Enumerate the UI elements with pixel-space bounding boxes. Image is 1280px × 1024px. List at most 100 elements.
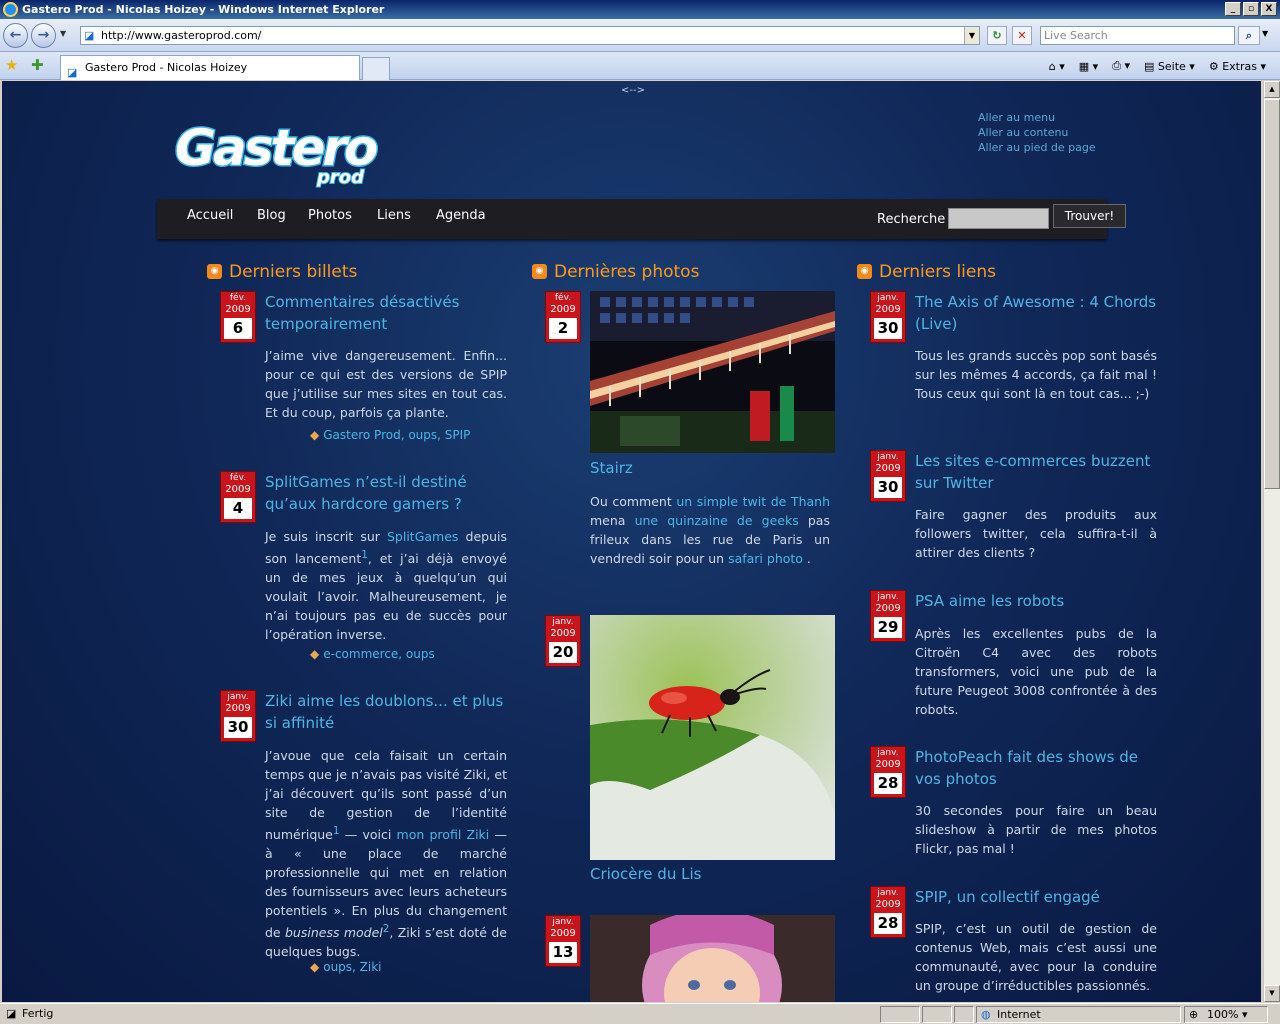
photo-entry: fév. 2009 2 Stairz Ou comment un simple … [545, 291, 835, 591]
lien-entry: janv. 2009 28 SPIP, un collectif engagé … [870, 886, 1160, 1002]
date-day: 30 [874, 318, 902, 339]
site-search-label: Recherche [877, 212, 946, 227]
tools-menu[interactable]: ⚙ Extras ▾ [1209, 60, 1266, 73]
splitgames-link[interactable]: SplitGames [387, 529, 458, 544]
zone-segment[interactable]: ◍ Internet [976, 1006, 1181, 1023]
zoom-icon: ⊕ [1189, 1008, 1199, 1021]
search-input[interactable]: Live Search [1040, 26, 1235, 45]
liens-heading[interactable]: ◉ Derniers liens [857, 260, 1162, 286]
excerpt-text: Je suis inscrit sur [265, 529, 387, 544]
date-day: 2 [549, 318, 577, 339]
date-year: 2009 [225, 484, 251, 495]
lien-title[interactable]: PhotoPeach fait des shows de vos photos [915, 746, 1163, 790]
date-day: 28 [874, 913, 902, 934]
stop-icon[interactable]: ✕ [1012, 26, 1032, 45]
skip-to-content-link[interactable]: Aller au contenu [978, 125, 1096, 140]
lien-title[interactable]: PSA aime les robots [915, 590, 1163, 612]
skip-to-menu-link[interactable]: Aller au menu [978, 110, 1096, 125]
scrollbar-thumb[interactable] [1264, 99, 1280, 489]
tab-gastero-prod[interactable]: ◪ Gastero Prod - Nicolas Hoizey [60, 55, 360, 80]
date-year: 2009 [875, 899, 901, 910]
nav-agenda[interactable]: Agenda [436, 208, 486, 223]
home-icon[interactable]: ⌂ ▾ [1049, 60, 1065, 73]
tools-menu-label: Extras [1222, 59, 1257, 73]
back-arrow-icon[interactable]: ← [3, 23, 28, 48]
photo-title[interactable]: Stairz [590, 458, 633, 478]
scroll-up-arrow-icon[interactable]: ▲ [1264, 81, 1280, 98]
billet-tags-text[interactable]: Gastero Prod, oups, SPIP [323, 428, 470, 442]
safari-photo-link[interactable]: safari photo [728, 551, 803, 566]
search-options-icon[interactable]: ▼ [1262, 29, 1268, 38]
rss-icon[interactable]: ◉ [532, 264, 547, 279]
add-favorite-icon[interactable]: ✚ [31, 57, 44, 73]
address-input[interactable]: ◪ http://www.gasteroprod.com/ ▼ [80, 26, 980, 45]
date-month: janv. [552, 917, 574, 927]
refresh-icon[interactable]: ↻ [987, 26, 1007, 45]
date-badge: janv. 2009 30 [220, 690, 256, 742]
date-badge: janv. 2009 28 [870, 746, 906, 798]
page-menu[interactable]: ▤ Seite ▾ [1144, 60, 1195, 73]
rss-icon[interactable]: ◉ [857, 264, 872, 279]
footnote-link[interactable]: 1 [361, 549, 368, 561]
nav-photos[interactable]: Photos [308, 208, 352, 223]
photo-criocere[interactable] [590, 615, 835, 860]
command-bar: ⌂ ▾ ▦ ▾ ⎙ ▾ ▤ Seite ▾ ⚙ Extras ▾ [1049, 57, 1266, 75]
billet-tags-text[interactable]: e-commerce, oups [323, 647, 435, 661]
new-tab-button[interactable] [362, 57, 390, 80]
search-go-icon[interactable]: ⌕ [1238, 26, 1260, 45]
site-search-input[interactable] [948, 208, 1049, 229]
maximize-button[interactable]: ▫ [1243, 2, 1259, 16]
billet-excerpt: J’aime vive dangereusement. Enfin... pou… [265, 348, 507, 420]
zoom-segment[interactable]: ⊕ 100% ▾ [1184, 1006, 1268, 1023]
twit-link[interactable]: un simple twit de Thanh [676, 494, 830, 509]
close-button[interactable]: X [1261, 2, 1277, 16]
favorites-star-icon[interactable]: ★ [5, 57, 18, 73]
billets-heading[interactable]: ◉ Derniers billets [207, 260, 512, 286]
ie-logo-icon [3, 2, 18, 17]
nav-accueil[interactable]: Accueil [187, 208, 233, 223]
photo-title[interactable]: Criocère du Lis [590, 864, 701, 884]
ziki-profile-link[interactable]: mon profil Ziki [397, 827, 490, 842]
page-menu-label: Seite [1157, 59, 1186, 73]
lien-description: Après les excellentes pubs de la Citroën… [915, 626, 1157, 717]
feeds-icon[interactable]: ▦ ▾ [1079, 60, 1098, 73]
forward-arrow-icon[interactable]: → [31, 23, 56, 48]
photos-heading[interactable]: ◉ Dernières photos [532, 260, 837, 286]
photo-child[interactable] [590, 915, 835, 1002]
lien-description: 30 secondes pour faire un beau slideshow… [915, 803, 1157, 856]
billet-title[interactable]: SplitGames n’est-il destiné qu’aux hardc… [265, 471, 513, 515]
lien-title[interactable]: SPIP, un collectif engagé [915, 886, 1163, 908]
column-photos: ◉ Dernières photos fév. 2009 2 Stairz Ou… [532, 260, 837, 1002]
billet-title[interactable]: Ziki aime les doublons... et plus si aff… [265, 690, 513, 734]
billet-title[interactable]: Commentaires désactivés temporairement [265, 291, 513, 335]
history-dropdown-icon[interactable]: ▼ [60, 29, 66, 38]
protected-mode-lock-icon[interactable] [954, 1006, 974, 1023]
date-year: 2009 [875, 304, 901, 315]
vertical-scrollbar[interactable]: ▲ ▼ [1263, 81, 1280, 1002]
layout-toggler[interactable]: <--> [621, 85, 645, 96]
minimize-button[interactable]: _ [1225, 2, 1241, 16]
photo-stairz[interactable] [590, 291, 835, 453]
scroll-down-arrow-icon[interactable]: ▼ [1264, 985, 1280, 1002]
lien-title[interactable]: The Axis of Awesome : 4 Chords (Live) [915, 291, 1163, 335]
print-icon[interactable]: ⎙ ▾ [1112, 59, 1130, 73]
billet-tags-text[interactable]: oups, Ziki [323, 960, 381, 974]
date-badge: janv. 2009 30 [870, 450, 906, 502]
address-dropdown-icon[interactable]: ▼ [964, 27, 979, 44]
date-year: 2009 [875, 759, 901, 770]
site-search-button[interactable]: Trouver! [1053, 204, 1126, 228]
caption-text: . [802, 551, 811, 566]
nav-blog[interactable]: Blog [257, 208, 286, 223]
lien-title[interactable]: Les sites e-commerces buzzent sur Twitte… [915, 450, 1163, 494]
address-toolbar: ← → ▼ ◪ http://www.gasteroprod.com/ ▼ ↻ … [0, 19, 1280, 52]
billet-entry: fév. 2009 4 SplitGames n’est-il destiné … [220, 471, 510, 671]
date-day: 6 [224, 318, 252, 339]
date-year: 2009 [550, 628, 576, 639]
date-badge: fév. 2009 6 [220, 291, 256, 343]
geeks-link[interactable]: une quinzaine de geeks [635, 513, 799, 528]
footnote-link[interactable]: 1 [333, 825, 340, 837]
rss-icon[interactable]: ◉ [207, 264, 222, 279]
site-logo[interactable]: Gastero prod [167, 117, 467, 190]
nav-liens[interactable]: Liens [377, 208, 411, 223]
skip-to-footer-link[interactable]: Aller au pied de page [978, 140, 1096, 155]
